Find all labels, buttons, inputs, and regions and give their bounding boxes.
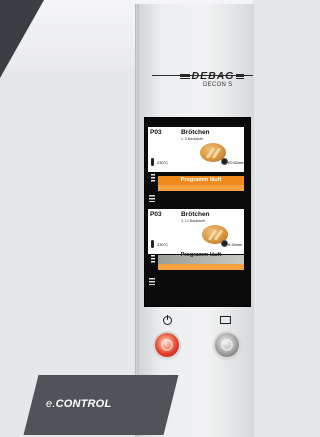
program-stage: 3. 12 Backstufe	[181, 219, 206, 223]
clock-icon	[221, 240, 228, 247]
display-button[interactable]	[215, 333, 239, 357]
program-name: Brötchen	[181, 211, 210, 218]
program-number: P03	[150, 129, 162, 136]
menu-icon[interactable]	[151, 174, 155, 183]
grid-icon[interactable]	[149, 278, 155, 285]
status-bar-1: Programm läuft	[158, 176, 244, 185]
program-card-2[interactable]: P03 Brötchen 3. 12 Backstufe 230°C 0:34m…	[148, 209, 244, 254]
power-button[interactable]	[155, 333, 179, 357]
menu-icon[interactable]	[151, 255, 155, 264]
button-labels	[160, 315, 240, 328]
model-label: DECON S	[203, 82, 233, 88]
corner-decoration	[0, 0, 44, 78]
button-ring	[221, 339, 233, 351]
program-number: P03	[150, 211, 162, 218]
brand-logo: DEBAG	[173, 70, 251, 82]
clock-icon	[221, 158, 228, 165]
temperature-value: 230°C	[157, 160, 169, 165]
touch-display[interactable]: P03 Brötchen 1. 3 Backstufe 230°C 00:52m…	[144, 117, 251, 307]
button-ring	[161, 339, 173, 351]
program-name: Brötchen	[181, 129, 210, 136]
program-card-1[interactable]: P03 Brötchen 1. 3 Backstufe 230°C 00:52m…	[148, 127, 244, 172]
status-subbar-2	[158, 264, 244, 270]
thermometer-icon	[151, 158, 154, 166]
grid-icon[interactable]	[149, 195, 155, 202]
status-subbar-1	[158, 185, 244, 191]
panel-edge	[137, 4, 139, 437]
program-stage: 1. 3 Backstufe	[181, 137, 204, 141]
thermometer-icon	[151, 240, 154, 248]
display-icon	[220, 316, 231, 324]
econtrol-label: e.CONTROL	[46, 398, 112, 410]
time-value: 0:34min	[228, 242, 243, 247]
temperature-value: 230°C	[157, 242, 169, 247]
status-bar-2: Programm läuft	[180, 252, 222, 258]
power-icon	[163, 315, 172, 325]
time-value: 00:52min	[228, 160, 245, 165]
